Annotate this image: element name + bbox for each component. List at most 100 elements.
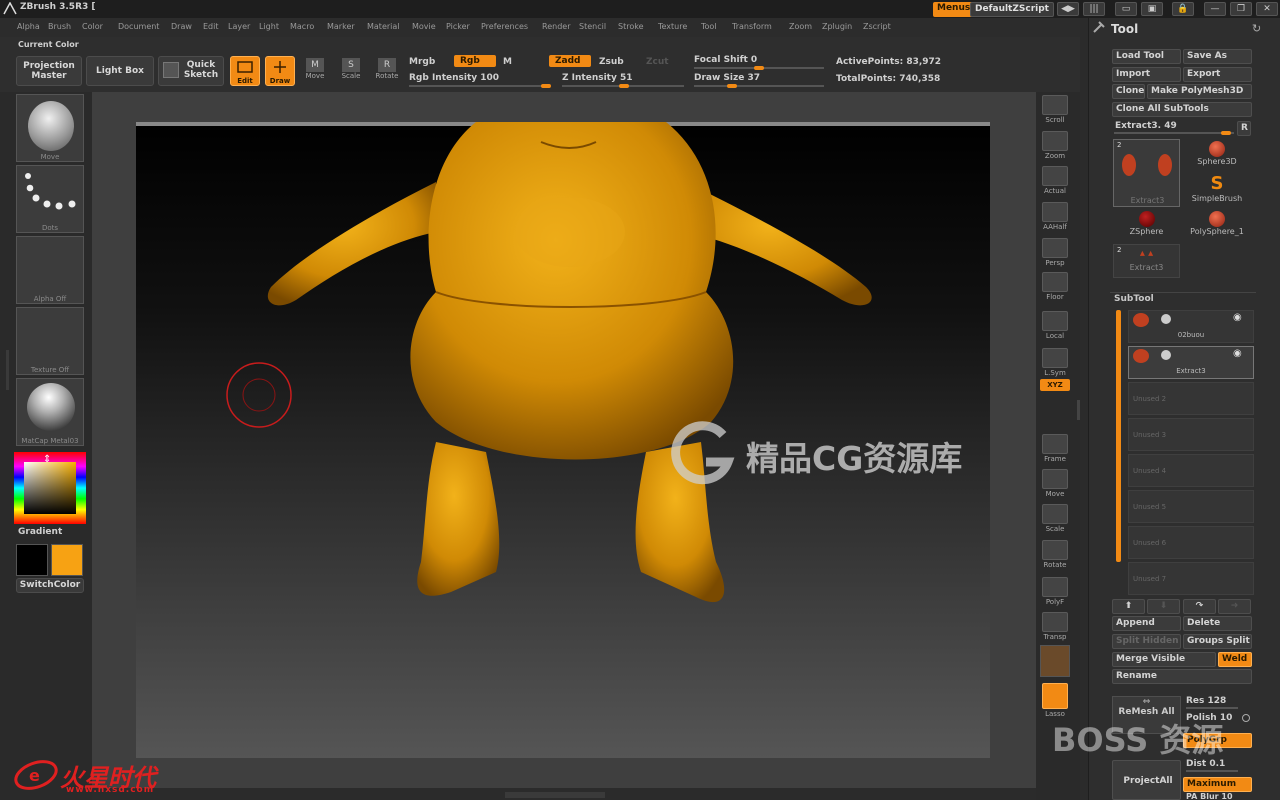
rotate-button[interactable]: Rotate bbox=[1040, 540, 1070, 574]
menu-color[interactable]: Color bbox=[82, 22, 103, 31]
subtool-item[interactable]: Unused 5 bbox=[1128, 490, 1254, 523]
subtool-item[interactable]: Unused 7 bbox=[1128, 562, 1254, 595]
scale-mode-button[interactable]: S Scale bbox=[338, 58, 364, 86]
right-shelf-collapse-handle[interactable] bbox=[1077, 400, 1080, 420]
draw-button[interactable]: Draw bbox=[265, 56, 295, 86]
zsub-button[interactable]: Zsub bbox=[599, 57, 624, 67]
left-shelf-collapse-handle[interactable] bbox=[6, 350, 9, 390]
forward-icon[interactable]: ➜ bbox=[1218, 599, 1251, 614]
tool-thumb-extract3[interactable]: 2 ▴ ▴ Extract3 bbox=[1113, 244, 1180, 278]
stroke-picker[interactable] bbox=[16, 165, 84, 233]
menu-alpha[interactable]: Alpha bbox=[17, 22, 40, 31]
palette-reset-icon[interactable]: ↻ bbox=[1252, 22, 1261, 35]
append-button[interactable]: Append bbox=[1112, 616, 1181, 631]
polyf-button[interactable]: PolyF bbox=[1040, 577, 1070, 611]
layout-icon[interactable]: ▭ bbox=[1115, 2, 1137, 16]
projection-master-button[interactable]: Projection Master bbox=[16, 56, 82, 86]
split-hidden-button[interactable]: Split Hidden bbox=[1112, 634, 1181, 649]
l-sym-button[interactable]: L.Sym bbox=[1040, 348, 1070, 382]
aahalf-button[interactable]: AAHalf bbox=[1040, 202, 1070, 236]
zadd-button[interactable]: Zadd bbox=[549, 55, 591, 67]
xyz-button[interactable]: XYZ bbox=[1040, 379, 1070, 393]
clone-all-subtools-button[interactable]: Clone All SubTools bbox=[1112, 102, 1252, 117]
frame-button[interactable]: Frame bbox=[1040, 434, 1070, 468]
floor-button[interactable]: Floor bbox=[1040, 272, 1070, 306]
color-square[interactable] bbox=[24, 462, 76, 514]
subtool-item[interactable]: Unused 3 bbox=[1128, 418, 1254, 451]
import-button[interactable]: Import bbox=[1112, 67, 1181, 82]
subtool-item[interactable]: Unused 4 bbox=[1128, 454, 1254, 487]
load-tool-button[interactable]: Load Tool bbox=[1112, 49, 1181, 64]
brush-picker[interactable] bbox=[16, 94, 84, 162]
menu-draw[interactable]: Draw bbox=[171, 22, 192, 31]
quick-sketch-button[interactable]: Quick Sketch bbox=[158, 56, 224, 86]
polish-toggle-icon[interactable] bbox=[1242, 714, 1250, 722]
r-button[interactable]: R bbox=[1237, 121, 1251, 136]
menu-picker[interactable]: Picker bbox=[446, 22, 470, 31]
tool-thumb-extract3-active[interactable]: 2 Extract3 bbox=[1113, 139, 1180, 207]
minimize-icon[interactable]: — bbox=[1204, 2, 1226, 16]
export-button[interactable]: Export bbox=[1183, 67, 1252, 82]
dist-slider[interactable] bbox=[1186, 770, 1238, 772]
lasso-button[interactable]: Lasso bbox=[1040, 683, 1070, 718]
move-button[interactable]: Move bbox=[1040, 469, 1070, 503]
menu-movie[interactable]: Movie bbox=[412, 22, 436, 31]
make-polymesh-button[interactable]: Make PolyMesh3D bbox=[1147, 84, 1252, 99]
maximize-icon[interactable]: ❐ bbox=[1230, 2, 1252, 16]
menu-zscript[interactable]: Zscript bbox=[863, 22, 891, 31]
scroll-button[interactable]: Scroll bbox=[1040, 95, 1070, 129]
merge-visible-button[interactable]: Merge Visible bbox=[1112, 652, 1216, 667]
draw-size-knob[interactable] bbox=[726, 84, 737, 88]
zcut-button[interactable]: Zcut bbox=[646, 57, 669, 67]
lock-icon[interactable]: 🔒 bbox=[1172, 2, 1194, 16]
save-as-button[interactable]: Save As bbox=[1183, 49, 1252, 64]
material-picker[interactable] bbox=[16, 378, 84, 446]
subtool-header[interactable]: SubTool bbox=[1114, 294, 1154, 304]
menu-texture[interactable]: Texture bbox=[658, 22, 687, 31]
weld-toggle[interactable]: Weld bbox=[1218, 652, 1252, 667]
menu-tool[interactable]: Tool bbox=[701, 22, 717, 31]
switch-color-button[interactable]: SwitchColor bbox=[16, 578, 84, 593]
zscript-bars-icon[interactable]: ||| bbox=[1083, 2, 1105, 16]
res-slider[interactable] bbox=[1186, 707, 1238, 709]
move-mode-button[interactable]: M Move bbox=[302, 58, 328, 86]
rgb-intensity-knob[interactable] bbox=[541, 84, 551, 88]
menus-button[interactable]: Menus bbox=[933, 2, 975, 17]
current-tool-knob[interactable] bbox=[1221, 131, 1231, 135]
subtool-item[interactable]: ◉ 02buou bbox=[1128, 310, 1254, 343]
menu-preferences[interactable]: Preferences bbox=[481, 22, 528, 31]
local-button[interactable]: Local bbox=[1040, 311, 1070, 345]
tool-thumb-simplebrush[interactable]: S SimpleBrush bbox=[1183, 174, 1251, 208]
subtool-item[interactable]: Unused 2 bbox=[1128, 382, 1254, 415]
texture-picker[interactable] bbox=[16, 307, 84, 375]
menu-transform[interactable]: Transform bbox=[732, 22, 772, 31]
delete-button[interactable]: Delete bbox=[1183, 616, 1252, 631]
project-all-button[interactable]: ProjectAll bbox=[1112, 760, 1181, 800]
light-box-button[interactable]: Light Box bbox=[86, 56, 154, 86]
tool-thumb-zsphere[interactable]: ZSphere bbox=[1113, 209, 1180, 243]
subtool-visibility-icon[interactable]: ◉ bbox=[1233, 348, 1242, 359]
menu-zoom[interactable]: Zoom bbox=[789, 22, 812, 31]
menu-render[interactable]: Render bbox=[542, 22, 570, 31]
menu-zplugin[interactable]: Zplugin bbox=[822, 22, 852, 31]
transp-material-swatch[interactable] bbox=[1040, 645, 1070, 677]
edit-button[interactable]: Edit bbox=[230, 56, 260, 86]
layout2-icon[interactable]: ▣ bbox=[1141, 2, 1163, 16]
mrgb-button[interactable]: Mrgb bbox=[409, 57, 435, 67]
subtool-item[interactable]: ◉ Extract3 bbox=[1128, 346, 1254, 379]
subtool-color-toggle-icon[interactable] bbox=[1161, 314, 1171, 324]
menu-marker[interactable]: Marker bbox=[327, 22, 355, 31]
rotate-mode-button[interactable]: R Rotate bbox=[373, 58, 401, 86]
color-picker[interactable]: ⇕ bbox=[14, 452, 86, 524]
subtool-item[interactable]: Unused 6 bbox=[1128, 526, 1254, 559]
move-up-icon[interactable]: ⬆ bbox=[1112, 599, 1145, 614]
rgb-intensity-slider[interactable] bbox=[409, 85, 546, 87]
menu-light[interactable]: Light bbox=[259, 22, 279, 31]
primary-color-swatch[interactable] bbox=[16, 544, 48, 576]
menu-layer[interactable]: Layer bbox=[228, 22, 250, 31]
menu-document[interactable]: Document bbox=[118, 22, 159, 31]
move-down-icon[interactable]: ⬇ bbox=[1147, 599, 1180, 614]
bottom-shelf-handle[interactable] bbox=[505, 792, 605, 798]
z-intensity-knob[interactable] bbox=[619, 84, 630, 88]
close-icon[interactable]: ✕ bbox=[1256, 2, 1278, 16]
